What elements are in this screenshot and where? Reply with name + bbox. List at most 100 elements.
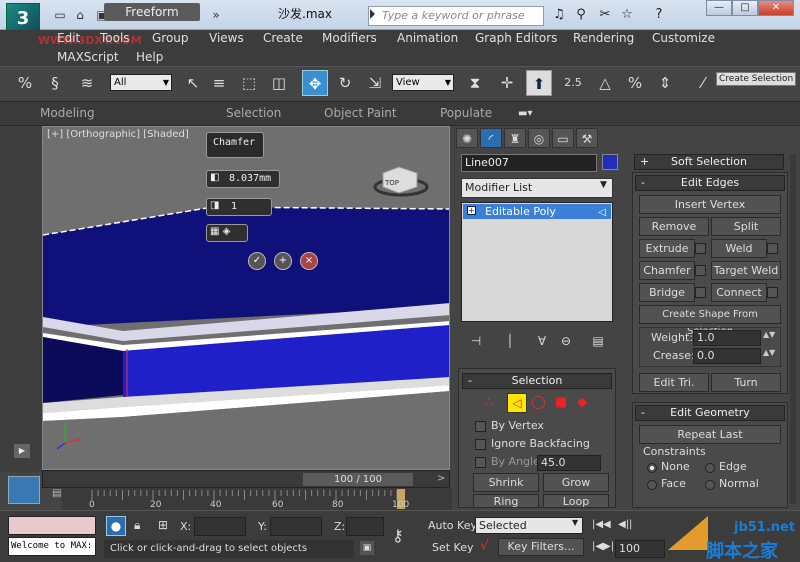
element-mode-icon[interactable]: ◆ [577,395,597,413]
stack-item-editable-poly[interactable]: Editable Poly ◁ [463,204,611,219]
angle-spinner[interactable]: 45.0 [537,455,601,471]
mini-curve-editor-icon[interactable]: ▤ [52,488,70,500]
caddy-cancel-icon[interactable]: × [300,252,318,270]
more-icon[interactable]: » [208,7,224,23]
rect-selection-icon[interactable]: ⬚ [236,70,262,96]
maxscript-listener-input[interactable] [8,516,96,535]
key-mode-toggle-icon[interactable]: |◀▶| [592,541,614,552]
tab-freeform[interactable]: Freeform [104,3,200,21]
constraint-normal-radio[interactable] [705,480,715,490]
pivot-center-icon[interactable]: ⧗ [462,70,488,96]
caddy-apply-icon[interactable]: + [274,252,292,270]
viewcube-label[interactable]: TOP [385,179,399,187]
menu-views[interactable]: Views [209,31,244,45]
extrude-button[interactable]: Extrude [639,239,695,258]
menu-rendering[interactable]: Rendering [573,31,634,45]
make-unique-icon[interactable]: ∀ [532,334,552,350]
search-input[interactable]: Type a keyword or phrase [368,6,544,26]
hierarchy-tab-icon[interactable]: ♜ [504,128,526,148]
target-weld-button[interactable]: Target Weld [711,261,781,280]
help-icon[interactable]: ? [650,7,668,23]
chamfer-segments-field[interactable]: ◨ 1 [206,198,272,216]
constraint-none-radio[interactable] [647,463,657,473]
chamfer-options-field[interactable]: ▦ ◈ [206,224,248,242]
create-tab-icon[interactable]: ✺ [456,128,478,148]
rotate-icon[interactable]: ↻ [332,70,358,96]
expand-ribbon-icon[interactable]: ▶ [14,444,30,458]
new-file-icon[interactable]: ▭ [52,7,68,23]
snaps-toggle-icon[interactable]: 2.5 [560,70,586,96]
subscription-icon[interactable]: ⚲ [572,7,590,23]
bridge-button[interactable]: Bridge [639,283,695,302]
menu-maxscript[interactable]: MAXScript [57,50,119,64]
app-menu-button[interactable]: 3 [6,3,40,33]
select-by-name-icon[interactable]: ≡ [206,70,232,96]
menu-create[interactable]: Create [263,31,303,45]
weld-button[interactable]: Weld [711,239,767,258]
menu-group[interactable]: Group [152,31,189,45]
minimize-button[interactable]: — [706,0,732,16]
percent-snap-icon[interactable]: % [622,70,648,96]
connect-button[interactable]: Connect [711,283,767,302]
edge-mode-icon[interactable]: ◁ [507,393,527,413]
selection-rollout-header[interactable]: - Selection [462,373,612,389]
panel-scrollbar[interactable] [790,154,796,504]
grow-button[interactable]: Grow [543,473,609,492]
keyboard-shortcut-toggle-icon[interactable]: ⬆ [526,70,552,96]
bind-spacewarp-icon[interactable]: ≋ [74,70,100,96]
chamfer-settings-icon[interactable] [695,265,706,276]
extrude-settings-icon[interactable] [695,243,706,254]
angle-snap-icon[interactable]: △ [592,70,618,96]
binoculars-icon[interactable]: ♫ [550,7,568,23]
by-vertex-checkbox[interactable] [475,421,486,432]
object-color-swatch[interactable] [602,154,618,170]
link-icon[interactable]: % [12,70,38,96]
expand-icon[interactable]: + [467,206,476,215]
grid-icon[interactable]: ▣ [360,541,374,555]
spinner-arrows-icon[interactable]: ▲▼ [763,348,775,357]
polygon-mode-icon[interactable]: ■ [555,395,575,413]
weld-settings-icon[interactable] [767,243,778,254]
show-end-result-icon[interactable]: │ [500,334,520,350]
x-coordinate-field[interactable] [194,517,246,536]
auto-key-button[interactable]: Auto Key [428,519,477,532]
border-mode-icon[interactable]: ◯ [531,395,551,413]
constraint-face-radio[interactable] [647,480,657,490]
absolute-mode-icon[interactable]: ⊞ [158,518,168,532]
chamfer-button[interactable]: Chamfer [639,261,695,280]
edit-geometry-header[interactable]: - Edit Geometry [635,405,785,421]
favorites-star-icon[interactable]: ☆ [618,7,636,23]
menu-edit[interactable]: Edit [57,31,80,45]
spinner-arrows-icon[interactable]: ▲▼ [763,330,775,339]
set-key-button[interactable]: Set Key [432,541,474,554]
spinner-snap-icon[interactable]: ⇕ [652,70,678,96]
z-coordinate-field[interactable] [346,517,384,536]
ribbon-options-icon[interactable]: ▬▾ [518,108,532,119]
create-shape-button[interactable]: Create Shape From Selection [639,305,781,337]
by-angle-checkbox[interactable] [475,457,486,468]
search-arrow-icon[interactable] [370,9,375,19]
object-name-field[interactable]: Line007 [461,154,597,172]
open-file-icon[interactable]: ⌂ [72,7,88,23]
insert-vertex-button[interactable]: Insert Vertex [639,195,781,214]
split-button[interactable]: Split [711,217,781,236]
default-tangent-icon[interactable]: √ [480,538,489,554]
repeat-last-button[interactable]: Repeat Last [639,425,781,444]
menu-tools[interactable]: Tools [100,31,130,45]
move-icon[interactable]: ✥ [302,70,328,96]
isolate-selection-icon[interactable]: ● [106,516,126,536]
configure-sets-icon[interactable]: ▤ [588,334,608,350]
set-key-mode-icon[interactable]: ⚷ [392,526,404,545]
close-button[interactable]: ✕ [758,0,794,16]
maxscript-listener-output[interactable]: Welcome to MAX: [8,537,96,556]
vertex-mode-icon[interactable]: ∴ [485,395,505,413]
shrink-button[interactable]: Shrink [473,473,539,492]
chamfer-amount-field[interactable]: ◧ 8.037mm [206,170,280,188]
reference-coordinate-dropdown[interactable]: View [392,74,454,91]
tab-object-paint[interactable]: Object Paint [324,106,397,120]
display-tab-icon[interactable]: ▭ [552,128,574,148]
menu-customize[interactable]: Customize [652,31,715,45]
tab-populate[interactable]: Populate [440,106,492,120]
select-object-icon[interactable]: ↖ [180,70,206,96]
constraint-edge-radio[interactable] [705,463,715,473]
